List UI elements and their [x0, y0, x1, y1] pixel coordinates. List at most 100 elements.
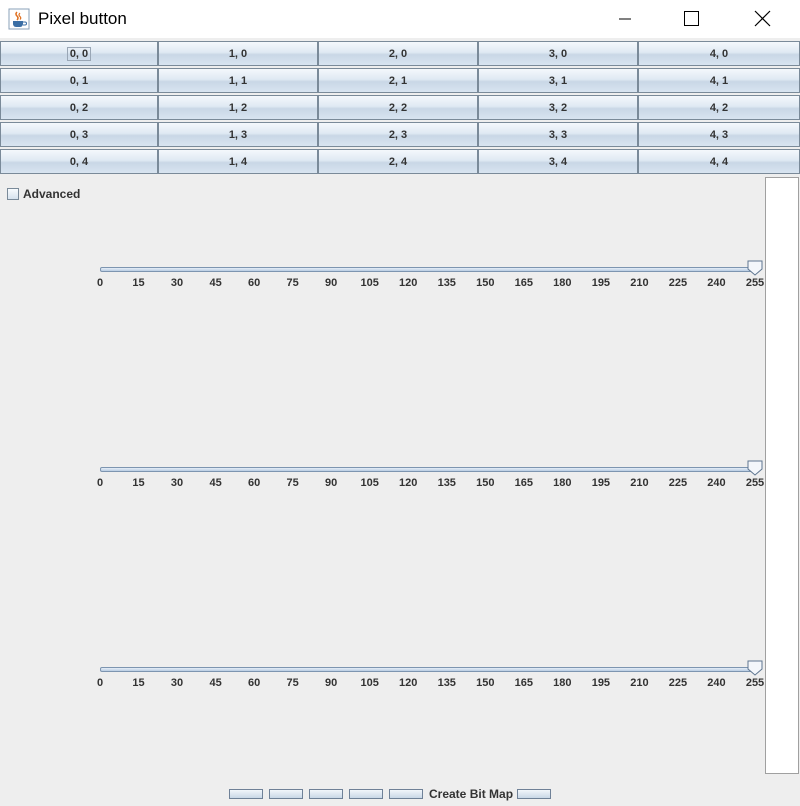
slider-tick-label: 105: [360, 277, 379, 289]
slider-tick-label: 75: [286, 477, 299, 489]
pixel-button[interactable]: 4, 1: [638, 68, 800, 93]
slider-tick-label: 240: [707, 677, 726, 689]
slider-tick-label: 60: [247, 677, 261, 689]
slider-tick-label: 195: [591, 277, 611, 289]
small-button-6[interactable]: [517, 789, 552, 799]
pixel-button-label: 1, 4: [228, 155, 248, 168]
color-preview-panel: [765, 177, 799, 774]
slider-track[interactable]: [100, 667, 755, 672]
pixel-button-label: 0, 0: [66, 46, 92, 61]
close-icon[interactable]: [739, 0, 785, 38]
slider-tick-label: 90: [325, 477, 338, 489]
slider-thumb[interactable]: [747, 460, 763, 476]
slider-tick-label: 165: [514, 677, 533, 689]
slider-tick-label: 165: [514, 277, 533, 289]
title-bar: Pixel button: [0, 0, 800, 38]
slider-tick-label: 0: [96, 677, 104, 689]
pixel-button[interactable]: 1, 4: [158, 149, 318, 174]
pixel-button[interactable]: 2, 4: [318, 149, 478, 174]
slider-3[interactable]: 0 15 30 45 60 75 90 105 120 135 150 165 180 195 210 225…: [96, 660, 765, 703]
pixel-button-label: 1, 1: [228, 74, 248, 87]
slider-tick-label: 195: [591, 477, 611, 489]
pixel-button-label: 4, 2: [709, 101, 729, 114]
pixel-button-label: 3, 3: [548, 128, 568, 141]
slider-2[interactable]: 0 15 30 45 60 75 90 105 120 135 150 165 180 195 210 225…: [97, 460, 765, 503]
slider-tick-label: 255: [745, 477, 765, 489]
slider-tick-label: 135: [437, 677, 456, 689]
pixel-button-label: 0, 3: [69, 128, 89, 141]
pixel-button[interactable]: 3, 4: [478, 149, 638, 174]
slider-1[interactable]: 0 15 30 45 60 75 90 105 120 135 150 165 180 195 210 225…: [97, 260, 765, 303]
slider-tick-label: 225: [668, 677, 688, 689]
pixel-button[interactable]: 1, 1: [158, 68, 318, 93]
slider-thumb[interactable]: [747, 260, 763, 276]
slider-tick-label: 60: [247, 477, 261, 489]
pixel-button[interactable]: 2, 2: [318, 95, 478, 120]
pixel-button[interactable]: 2, 1: [318, 68, 478, 93]
slider-tick-label: 210: [630, 277, 649, 289]
pixel-button-label: 4, 0: [709, 47, 729, 60]
create-bit-map-button[interactable]: Create Bit Map: [429, 787, 513, 801]
pixel-button-label: 2, 0: [388, 47, 408, 60]
pixel-button-label: 4, 3: [709, 128, 729, 141]
maximize-icon[interactable]: [668, 0, 714, 38]
advanced-checkbox[interactable]: Advanced: [7, 187, 80, 201]
pixel-button[interactable]: 4, 3: [638, 122, 800, 147]
window-title: Pixel button: [38, 9, 127, 28]
minimize-icon[interactable]: [601, 0, 647, 38]
small-button-2[interactable]: [269, 789, 303, 799]
pixel-button-label: 3, 2: [548, 101, 568, 114]
pixel-button[interactable]: 4, 0: [638, 41, 800, 66]
slider-tick-label: 180: [553, 277, 572, 289]
slider-thumb[interactable]: [747, 660, 763, 676]
slider-track[interactable]: [100, 267, 755, 272]
pixel-button-label: 4, 4: [709, 155, 729, 168]
pixel-button[interactable]: 1, 2: [158, 95, 318, 120]
pixel-button-label: 3, 0: [548, 47, 568, 60]
slider-tick-label: 45: [209, 477, 222, 489]
slider-tick-label: 210: [630, 677, 649, 689]
slider-tick-label: 180: [553, 677, 572, 689]
slider-tick-label: 15: [132, 277, 145, 289]
pixel-button[interactable]: 3, 1: [478, 68, 638, 93]
pixel-button-label: 2, 3: [388, 128, 408, 141]
pixel-button[interactable]: 1, 0: [158, 41, 318, 66]
pixel-button[interactable]: 1, 3: [158, 122, 318, 147]
slider-tick-label: 45: [209, 277, 222, 289]
bottom-bar: Create Bit Map: [229, 786, 557, 802]
slider-track[interactable]: [100, 467, 755, 472]
checkbox-box[interactable]: [7, 188, 19, 200]
slider-tick-label: 150: [476, 677, 495, 689]
pixel-button[interactable]: 4, 4: [638, 149, 800, 174]
pixel-button[interactable]: 3, 3: [478, 122, 638, 147]
pixel-button[interactable]: 2, 0: [318, 41, 478, 66]
slider-tick-label: 135: [437, 477, 456, 489]
small-button-4[interactable]: [349, 789, 383, 799]
pixel-button-label: 3, 1: [548, 74, 568, 87]
pixel-button[interactable]: 0, 1: [0, 68, 158, 93]
slider-tick-label: 135: [437, 277, 456, 289]
small-button-1[interactable]: [229, 789, 263, 799]
slider-tick-label: 45: [209, 677, 222, 689]
slider-tick-label: 30: [170, 677, 184, 689]
pixel-button[interactable]: 0, 3: [0, 122, 158, 147]
slider-tick-label: 75: [286, 677, 299, 689]
pixel-button-label: 1, 0: [228, 47, 248, 60]
small-button-5[interactable]: [389, 789, 423, 799]
slider-tick-label: 105: [360, 477, 379, 489]
pixel-button[interactable]: 0, 0: [0, 41, 158, 66]
pixel-button[interactable]: 0, 2: [0, 95, 158, 120]
slider-tick-label: 90: [325, 277, 338, 289]
pixel-button[interactable]: 0, 4: [0, 149, 158, 174]
pixel-button-label: 2, 1: [388, 74, 408, 87]
pixel-button-label: 4, 1: [709, 74, 729, 87]
pixel-button[interactable]: 3, 2: [478, 95, 638, 120]
slider-tick-label: 60: [247, 277, 261, 289]
slider-tick-label: 90: [325, 677, 338, 689]
small-button-3[interactable]: [309, 789, 343, 799]
pixel-button[interactable]: 4, 2: [638, 95, 800, 120]
pixel-button[interactable]: 2, 3: [318, 122, 478, 147]
pixel-button[interactable]: 3, 0: [478, 41, 638, 66]
slider-tick-label: 30: [170, 277, 184, 289]
slider-tick-label: 225: [668, 477, 688, 489]
